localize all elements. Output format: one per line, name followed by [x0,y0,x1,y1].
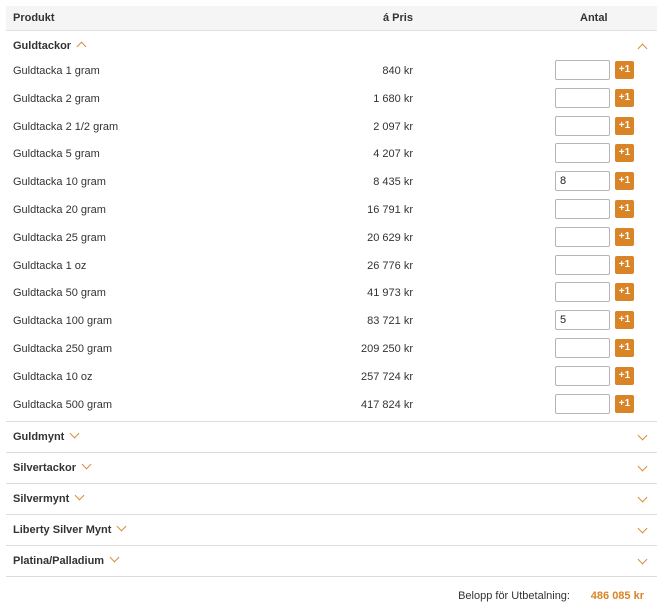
category-title[interactable]: Silvertackor [13,459,92,474]
category-row[interactable]: Liberty Silver Mynt [6,515,657,547]
add-one-button[interactable]: +1 [615,338,634,357]
total-row: Belopp för Utbetalning: 486 085 kr [0,590,651,606]
chevron-down-icon [74,490,85,501]
product-list: Guldtacka 1 gram 840 kr +1 Guldtacka 2 gram… [6,57,657,423]
table-row: Guldtacka 20 gram 16 791 kr +1 [6,196,657,224]
table-row: Guldtacka 25 gram 20 629 kr +1 [6,224,657,252]
chevron-up-icon [76,41,87,52]
category-title[interactable]: Guldmynt [13,428,80,443]
add-one-button[interactable]: +1 [615,116,634,135]
table-row: Guldtacka 5 gram 4 207 kr +1 [6,140,657,168]
category-title[interactable]: Silvermynt [13,490,85,505]
add-one-button[interactable]: +1 [615,394,634,413]
table-row: Guldtacka 500 gram 417 824 kr +1 [6,391,657,419]
chevron-down-icon [116,521,127,532]
product-name: Guldtacka 10 gram [13,176,106,189]
category-row[interactable]: Silvertackor [6,453,657,485]
add-one-button[interactable]: +1 [615,311,634,330]
table-header: Produkt á Pris Antal [6,6,657,31]
category-guldtackor[interactable]: Guldtackor [6,31,657,57]
table-row: Guldtacka 2 gram 1 680 kr +1 [6,85,657,113]
quantity-input[interactable] [555,282,610,303]
category-title[interactable]: Liberty Silver Mynt [13,521,127,536]
chevron-down-icon[interactable] [637,554,648,565]
quantity-input[interactable] [555,393,610,414]
table-row: Guldtacka 2 1/2 gram 2 097 kr +1 [6,113,657,141]
table-row: Guldtacka 10 gram 8 435 kr +1 [6,168,657,196]
total-value: 486 085 kr [590,590,644,602]
quantity-input[interactable] [555,310,610,331]
quantity-input[interactable] [555,254,610,275]
product-name: Guldtacka 25 gram [13,231,106,244]
chevron-down-icon[interactable] [637,492,648,503]
add-one-button[interactable]: +1 [615,144,634,163]
product-price: 417 824 kr [361,398,413,411]
product-name: Guldtacka 2 gram [13,92,100,105]
product-name: Guldtacka 1 oz [13,259,87,272]
product-name: Guldtacka 20 gram [13,203,106,216]
chevron-up-icon[interactable] [637,43,648,54]
table-row: Guldtacka 1 oz 26 776 kr +1 [6,252,657,280]
header-price: á Pris [383,12,413,24]
product-price: 1 680 kr [373,92,413,105]
product-price: 4 207 kr [373,148,413,161]
add-one-button[interactable]: +1 [615,283,634,302]
add-one-button[interactable]: +1 [615,61,634,79]
chevron-down-icon[interactable] [637,430,648,441]
add-one-button[interactable]: +1 [615,199,634,218]
product-name: Guldtacka 50 gram [13,287,106,300]
product-name: Guldtacka 250 gram [13,342,113,355]
quantity-input[interactable] [555,87,610,108]
add-one-button[interactable]: +1 [615,255,634,274]
quantity-input[interactable] [555,60,610,80]
add-one-button[interactable]: +1 [615,227,634,246]
category-row[interactable]: Silvermynt [6,484,657,516]
chevron-down-icon[interactable] [637,523,648,534]
header-product: Produkt [13,12,55,24]
category-row[interactable]: Guldmynt [6,422,657,454]
product-name: Guldtacka 500 gram [13,398,113,411]
product-price: 26 776 kr [367,259,413,272]
product-name: Guldtacka 100 gram [13,315,113,328]
table-row: Guldtacka 1 gram 840 kr +1 [6,57,657,85]
quantity-input[interactable] [555,171,610,192]
category-title[interactable]: Guldtackor [13,40,87,52]
add-one-button[interactable]: +1 [615,366,634,385]
chevron-down-icon [109,552,120,563]
quantity-input[interactable] [555,365,610,386]
table-row: Guldtacka 250 gram 209 250 kr +1 [6,335,657,363]
collapsed-categories: Guldmynt Silvertackor Silvermynt Liberty Si… [6,422,657,578]
add-one-button[interactable]: +1 [615,88,634,107]
quantity-input[interactable] [555,337,610,358]
product-price: 16 791 kr [367,203,413,216]
chevron-down-icon[interactable] [637,461,648,472]
product-price: 41 973 kr [367,287,413,300]
quantity-input[interactable] [555,198,610,219]
product-name: Guldtacka 5 gram [13,148,100,161]
product-name: Guldtacka 2 1/2 gram [13,120,119,133]
product-price: 83 721 kr [367,315,413,328]
product-name: Guldtacka 1 gram [13,65,100,77]
table-row: Guldtacka 50 gram 41 973 kr +1 [6,279,657,307]
table-row: Guldtacka 10 oz 257 724 kr +1 [6,363,657,391]
add-one-button[interactable]: +1 [615,172,634,191]
chevron-down-icon [69,428,80,439]
total-label: Belopp för Utbetalning: [458,590,570,602]
chevron-down-icon [81,459,92,470]
quantity-input[interactable] [555,226,610,247]
product-order-form: Produkt á Pris Antal Guldtackor Guldtack… [6,6,657,578]
product-price: 20 629 kr [367,231,413,244]
table-row: Guldtacka 100 gram 83 721 kr +1 [6,307,657,335]
product-price: 2 097 kr [373,120,413,133]
product-price: 257 724 kr [361,370,413,383]
product-price: 8 435 kr [373,176,413,189]
category-title[interactable]: Platina/Palladium [13,552,120,567]
quantity-input[interactable] [555,115,610,136]
category-row[interactable]: Platina/Palladium [6,546,657,578]
quantity-input[interactable] [555,143,610,164]
product-name: Guldtacka 10 oz [13,370,93,383]
header-quantity: Antal [580,12,608,24]
product-price: 840 kr [382,65,413,77]
product-price: 209 250 kr [361,342,413,355]
